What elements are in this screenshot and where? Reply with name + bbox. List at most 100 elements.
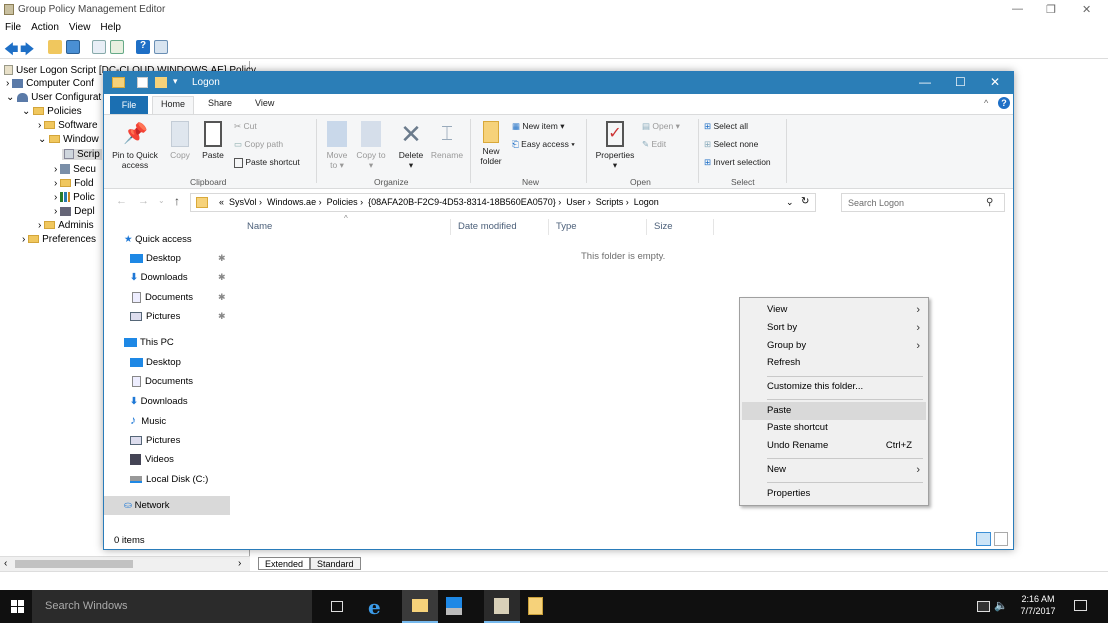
customize-quick-access-icon[interactable]: ▾ — [173, 76, 178, 87]
delete-button[interactable]: ✕ Delete ▾ — [394, 121, 428, 170]
menu-action[interactable]: Action — [26, 19, 64, 36]
tree-computer-config[interactable]: › Computer Conf — [6, 78, 94, 89]
col-size[interactable]: Size — [654, 221, 672, 232]
tree-horizontal-scrollbar[interactable]: ‹ › — [0, 556, 250, 571]
server-manager-icon[interactable] — [446, 597, 462, 615]
nav-pc-downloads[interactable]: ⬇ Downloads — [130, 392, 256, 411]
forward-arrow-icon[interactable]: 🡆 — [20, 39, 34, 63]
nav-music[interactable]: ♪ Music — [130, 411, 256, 430]
tree-deployed[interactable]: › Depl — [54, 206, 95, 217]
address-overflow[interactable]: « — [219, 197, 224, 207]
ribbon-collapse-icon[interactable]: ^ — [984, 98, 988, 108]
notepad-icon[interactable] — [528, 597, 543, 615]
nav-local-disk[interactable]: Local Disk (C:) — [130, 470, 256, 489]
taskbar-search[interactable]: Search Windows — [32, 590, 312, 623]
crumb-guid[interactable]: {08AFA20B-F2C9-4D53-8314-18B560EA0570} — [368, 197, 556, 207]
paste-shortcut-button[interactable]: Paste shortcut — [234, 157, 300, 168]
tab-file[interactable]: File — [110, 96, 148, 114]
details-view-icon[interactable] — [976, 532, 991, 546]
edge-browser-icon[interactable]: e — [368, 595, 381, 619]
explorer-minimize-button[interactable]: — — [919, 75, 931, 89]
tree-admin[interactable]: › Adminis — [38, 220, 94, 231]
copy-button[interactable]: Copy — [166, 121, 194, 160]
menu-undo-rename[interactable]: Undo Rename Ctrl+Z — [742, 437, 926, 455]
column-divider[interactable] — [646, 219, 647, 235]
crumb-user[interactable]: User — [566, 197, 585, 207]
crumb-windows-ae[interactable]: Windows.ae — [267, 197, 316, 207]
refresh-icon[interactable]: ↻ — [801, 196, 809, 207]
menu-paste-shortcut[interactable]: Paste shortcut — [742, 419, 926, 437]
taskbar-search-input[interactable]: Search Windows — [45, 600, 128, 612]
address-dropdown-icon[interactable]: ⌄ — [786, 197, 794, 208]
recent-locations-icon[interactable]: ⌄ — [158, 196, 165, 205]
invert-selection-button[interactable]: ⊞ Invert selection — [704, 157, 771, 168]
cut-button[interactable]: ✂ Cut — [234, 121, 257, 132]
crumb-sysvol[interactable]: SysVol — [229, 197, 257, 207]
menu-file[interactable]: File — [0, 19, 26, 36]
export-icon[interactable] — [110, 40, 124, 54]
nav-downloads[interactable]: ⬇ Downloads ✱ — [130, 268, 256, 287]
copy-to-button[interactable]: Copy to ▾ — [356, 121, 386, 170]
nav-pc-desktop[interactable]: Desktop — [130, 353, 256, 372]
menu-help[interactable]: Help — [95, 19, 126, 36]
open-button[interactable]: ▤ Open ▾ — [642, 121, 680, 132]
menu-view[interactable]: View › — [742, 301, 926, 319]
tab-home[interactable]: Home — [152, 96, 195, 114]
col-type[interactable]: Type — [556, 221, 577, 232]
search-box[interactable]: Search Logon ⚲ — [841, 193, 1005, 212]
up-folder-icon[interactable] — [48, 40, 62, 54]
tree-policies[interactable]: ⌄ Policies — [22, 106, 82, 117]
nav-videos[interactable]: Videos — [130, 450, 256, 469]
tree-scripts[interactable]: Scrip — [62, 149, 102, 160]
properties-button[interactable]: ✓ Properties ▾ — [592, 121, 638, 170]
copy-icon[interactable] — [92, 40, 106, 54]
tree-user-config[interactable]: ⌄ User Configurat — [6, 92, 101, 103]
col-date-modified[interactable]: Date modified — [458, 221, 517, 232]
edit-button[interactable]: ✎ Edit — [642, 139, 666, 150]
nav-this-pc[interactable]: This PC — [124, 333, 250, 352]
tree-folder[interactable]: › Fold — [54, 178, 94, 189]
copy-path-button[interactable]: ▭ Copy path — [234, 139, 283, 150]
scroll-thumb[interactable] — [15, 560, 133, 568]
forward-arrow-icon[interactable]: → — [138, 195, 149, 207]
tree-policy-qos[interactable]: › Polic — [54, 192, 95, 203]
tree-windows[interactable]: ⌄ Window — [38, 134, 99, 145]
column-divider[interactable] — [713, 219, 714, 235]
nav-pc-pictures[interactable]: Pictures — [130, 431, 256, 450]
network-tray-icon[interactable] — [977, 601, 990, 612]
select-all-button[interactable]: ⊞ Select all — [704, 121, 748, 132]
tab-share[interactable]: Share — [208, 98, 232, 108]
file-explorer-taskbar-icon[interactable] — [402, 590, 438, 623]
nav-network[interactable]: ⛀ Network — [104, 496, 230, 515]
new-folder-button[interactable]: New folder — [476, 121, 506, 166]
back-arrow-icon[interactable]: 🡄 — [4, 39, 18, 63]
view-icon[interactable] — [154, 40, 168, 54]
scroll-left-icon[interactable]: ‹ — [4, 558, 7, 569]
col-name[interactable]: Name — [247, 221, 272, 232]
gpm-restore-button[interactable]: ❐ — [1046, 3, 1056, 16]
tab-extended[interactable]: Extended — [258, 557, 311, 570]
crumb-logon[interactable]: Logon — [634, 197, 659, 207]
explorer-close-button[interactable]: ✕ — [990, 75, 1000, 89]
gpm-taskbar-icon[interactable] — [484, 590, 520, 623]
menu-view[interactable]: View — [64, 19, 96, 36]
pin-to-quick-access-button[interactable]: 📌 Pin to Quick access — [108, 121, 162, 170]
gpm-minimize-button[interactable]: — — [1012, 3, 1023, 15]
menu-customize-folder[interactable]: Customize this folder... — [742, 378, 926, 396]
crumb-scripts[interactable]: Scripts — [596, 197, 624, 207]
help-icon[interactable]: ? — [136, 40, 150, 54]
nav-quick-access[interactable]: ★ Quick access — [124, 230, 250, 249]
easy-access-button[interactable]: ⎗ Easy access ▾ — [512, 139, 575, 150]
search-input[interactable]: Search Logon — [848, 198, 904, 208]
nav-pc-documents[interactable]: Documents — [130, 372, 256, 391]
address-bar[interactable]: « SysVol › Windows.ae › Policies › {08AF… — [190, 193, 816, 212]
move-to-button[interactable]: Move to ▾ — [322, 121, 352, 170]
column-divider[interactable] — [450, 219, 451, 235]
menu-sort-by[interactable]: Sort by › — [742, 319, 926, 337]
scroll-right-icon[interactable]: › — [238, 558, 241, 569]
tab-standard[interactable]: Standard — [310, 557, 361, 570]
nav-pictures[interactable]: Pictures ✱ — [130, 307, 256, 326]
tree-software[interactable]: › Software — [38, 120, 98, 131]
properties-quick-icon[interactable] — [137, 77, 148, 88]
tree-security[interactable]: › Secu — [54, 164, 96, 175]
